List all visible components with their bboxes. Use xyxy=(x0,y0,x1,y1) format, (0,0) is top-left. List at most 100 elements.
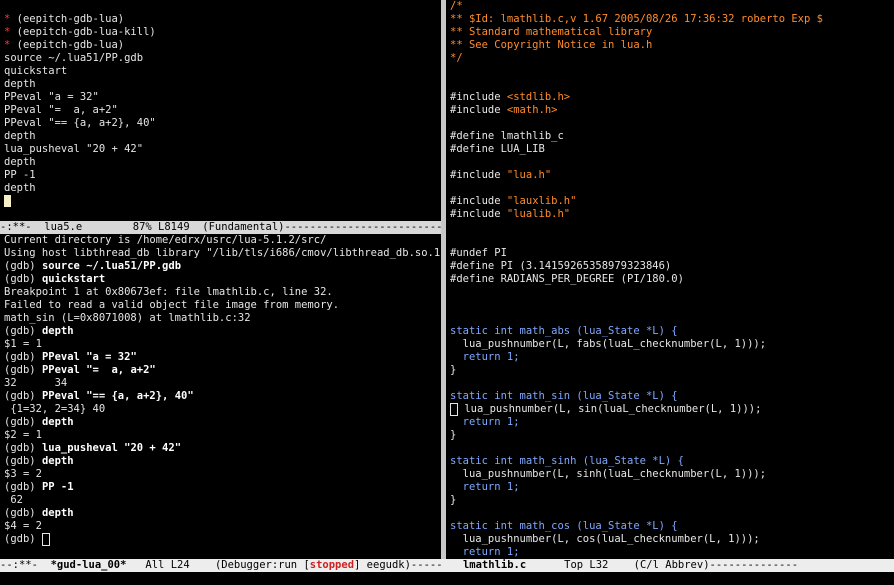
gdb-output-text: (gdb) xyxy=(4,416,42,428)
function-signature: static int math_abs (lua_State *L) { xyxy=(450,325,678,337)
script-line: source ~/.lua51/PP.gdb xyxy=(4,52,440,65)
source-line-text: lua_pushnumber(L, fabs(luaL_checknumber(… xyxy=(450,338,767,350)
gdb-line: $4 = 2 xyxy=(4,520,440,533)
script-line-text: depth xyxy=(4,78,36,90)
gdb-output-text: $1 = 1 xyxy=(4,338,42,350)
source-line-text: #undef PI xyxy=(450,247,507,259)
eepitch-script-buffer[interactable]: * (eepitch-gdb-lua) * (eepitch-gdb-lua-ki… xyxy=(4,0,440,233)
source-line: */ xyxy=(450,52,894,65)
include-directive: #include xyxy=(450,208,507,220)
include-target: "lua.h" xyxy=(506,169,552,181)
source-line xyxy=(450,442,894,455)
gdb-command: depth xyxy=(41,507,74,519)
gdb-command: depth xyxy=(41,455,74,467)
gdb-interaction-buffer[interactable]: Current directory is /home/edrx/usrc/lua… xyxy=(4,234,440,558)
include-directive: #include xyxy=(450,104,507,116)
gdb-line: (gdb) lua_pusheval "20 + 42" xyxy=(4,442,440,455)
script-line: lua_pusheval "20 + 42" xyxy=(4,143,440,156)
gdb-output-text: (gdb) xyxy=(4,390,42,402)
function-signature: static int math_cos (lua_State *L) { xyxy=(450,520,678,532)
script-line-text: PPeval "a = 32" xyxy=(4,91,99,103)
gdb-command: depth xyxy=(41,325,74,337)
gdb-output-text: $4 = 2 xyxy=(4,520,42,532)
comment-text: ** See Copyright Notice in lua.h xyxy=(450,39,653,51)
source-line: #define lmathlib_c xyxy=(450,130,894,143)
source-line xyxy=(450,156,894,169)
source-line-text: lua_pushnumber(L, cos(luaL_checknumber(L… xyxy=(450,533,760,545)
script-line-text: depth xyxy=(4,130,36,142)
gdb-output-text: (gdb) xyxy=(4,442,42,454)
gdb-line: $3 = 2 xyxy=(4,468,440,481)
gdb-output-text: (gdb) xyxy=(4,351,42,363)
return-statement: return 1; xyxy=(450,351,520,363)
script-line: PPeval "a = 32" xyxy=(4,91,440,104)
source-line: return 1; xyxy=(450,351,894,364)
modeline-lmathlib-c: lmathlib.c Top L32 (C/l Abbrev)---------… xyxy=(444,559,894,572)
gdb-output-text: Breakpoint 1 at 0x80673ef: file lmathlib… xyxy=(4,286,333,298)
return-statement: return 1; xyxy=(450,546,520,558)
gdb-line: 32 34 xyxy=(4,377,440,390)
window-vertical-divider[interactable] xyxy=(441,0,446,559)
gdb-line: $1 = 1 xyxy=(4,338,440,351)
source-line: lua_pushnumber(L, sinh(luaL_checknumber(… xyxy=(450,468,894,481)
script-line: PP -1 xyxy=(4,169,440,182)
script-line-text: (eepitch-gdb-lua-kill) xyxy=(10,26,156,38)
source-line xyxy=(450,65,894,78)
gdb-output-text: (gdb) xyxy=(4,364,42,376)
script-line-text: depth xyxy=(4,156,36,168)
source-line: return 1; xyxy=(450,546,894,558)
script-line: PPeval "= a, a+2" xyxy=(4,104,440,117)
source-line: #include <stdlib.h> xyxy=(450,91,894,104)
modeline-prefix xyxy=(444,559,463,571)
include-directive: #include xyxy=(450,169,507,181)
script-line-text: (eepitch-gdb-lua) xyxy=(10,39,125,51)
gdb-line: Failed to read a valid object file image… xyxy=(4,299,440,312)
modeline-suffix: Top L32 (C/l Abbrev)-------------- xyxy=(526,559,799,571)
gdb-line: (gdb) PPeval "= a, a+2" xyxy=(4,364,440,377)
lmathlib-c-source-buffer[interactable]: /* ** $Id: lmathlib.c,v 1.67 2005/08/26 1… xyxy=(450,0,894,558)
gdb-output-text: 32 34 xyxy=(4,377,68,389)
gdb-command: PPeval "a = 32" xyxy=(41,351,137,363)
include-directive: #include xyxy=(450,91,507,103)
source-line xyxy=(450,78,894,91)
source-line xyxy=(450,234,894,247)
gdb-line: (gdb) xyxy=(4,533,440,546)
text-cursor xyxy=(4,195,11,207)
source-line xyxy=(450,117,894,130)
script-line-text: (eepitch-gdb-lua) xyxy=(10,13,125,25)
source-line: static int math_abs (lua_State *L) { xyxy=(450,325,894,338)
gdb-output-text: (gdb) xyxy=(4,533,42,545)
script-line: * (eepitch-gdb-lua) xyxy=(4,13,440,26)
gdb-line: (gdb) PP -1 xyxy=(4,481,440,494)
gdb-line: $2 = 1 xyxy=(4,429,440,442)
gdb-line: {1=32, 2=34} 40 xyxy=(4,403,440,416)
modeline-lua5-e: -:**- lua5.e 87% L8149 (Fundamental)----… xyxy=(0,221,441,234)
include-target: "lualib.h" xyxy=(506,208,571,220)
gdb-line: (gdb) PPeval "a = 32" xyxy=(4,351,440,364)
source-line-text: #define lmathlib_c xyxy=(450,130,564,142)
gdb-output-text: Using host libthread_db library "/lib/tl… xyxy=(4,247,440,259)
source-line: } xyxy=(450,364,894,377)
comment-text: ** Standard mathematical library xyxy=(450,26,653,38)
script-line-text: source ~/.lua51/PP.gdb xyxy=(4,52,144,64)
script-line-text: PPeval "== {a, a+2}, 40" xyxy=(4,117,156,129)
script-line: depth xyxy=(4,182,440,195)
debugger-state-badge: stopped xyxy=(309,559,355,571)
gdb-line: math_sin (L=0x8071008) at lmathlib.c:32 xyxy=(4,312,440,325)
source-line xyxy=(450,507,894,520)
source-line: } xyxy=(450,429,894,442)
comment-text: /* xyxy=(450,0,463,12)
gdb-line: 62 xyxy=(4,494,440,507)
gdb-command: PPeval "== {a, a+2}, 40" xyxy=(41,390,194,402)
script-line-text: PP -1 xyxy=(4,169,36,181)
gdb-output-text: (gdb) xyxy=(4,325,42,337)
gdb-line: (gdb) depth xyxy=(4,455,440,468)
include-directive: #include xyxy=(450,195,507,207)
modeline-mid: All L24 (Debugger:run [ xyxy=(126,559,310,571)
source-line: #define LUA_LIB xyxy=(450,143,894,156)
source-line: lua_pushnumber(L, cos(luaL_checknumber(L… xyxy=(450,533,894,546)
gdb-command: PP -1 xyxy=(41,481,74,493)
source-line: ** See Copyright Notice in lua.h xyxy=(450,39,894,52)
modeline-buffer-name: lmathlib.c xyxy=(462,559,527,571)
gdb-output-text: (gdb) xyxy=(4,273,42,285)
